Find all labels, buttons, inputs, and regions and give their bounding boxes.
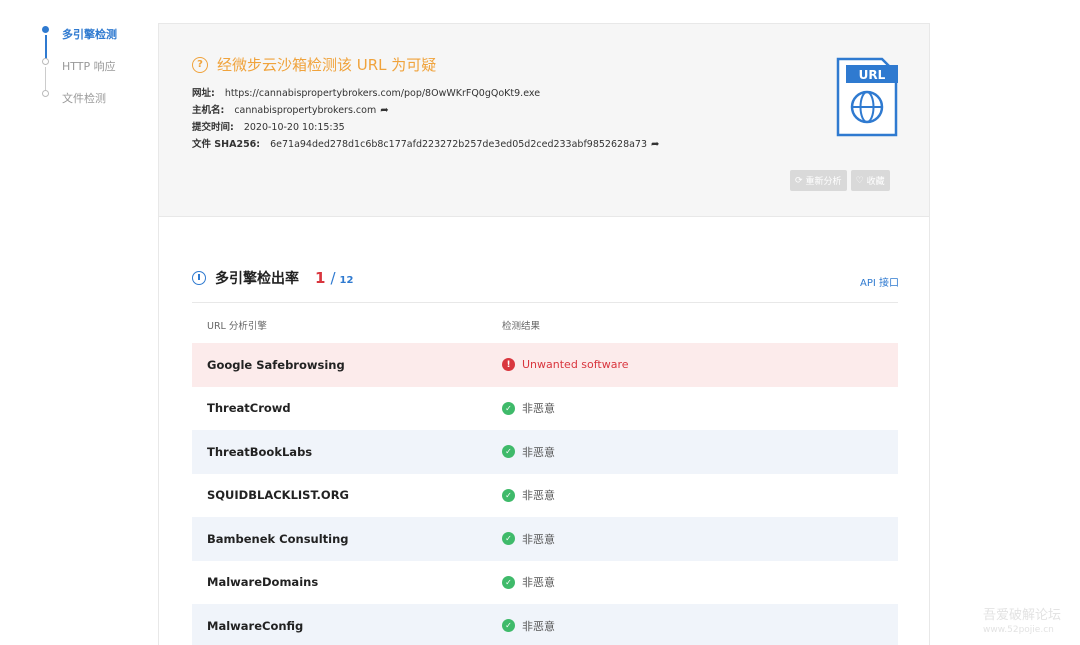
check-icon: ✓: [502, 532, 515, 546]
table-row: MalwareDomains ✓ 非恶意: [192, 561, 898, 605]
result-text: Unwanted software: [522, 358, 629, 372]
action-bar: ⟳ 重新分析 ♡ 收藏: [790, 170, 890, 191]
step-dot: [42, 90, 49, 97]
nav-item-label: 文件检测: [62, 92, 106, 105]
url-label: 网址:: [192, 88, 215, 99]
divider: [192, 302, 898, 303]
time-value: 2020-10-20 10:15:35: [243, 122, 345, 133]
engine-name: ThreatCrowd: [207, 401, 291, 416]
alert-icon: !: [502, 358, 515, 372]
sha-value: 6e71a94ded278d1c6b8c177afd223272b257de3e…: [270, 139, 648, 150]
step-dot: [42, 58, 49, 65]
info-row-url: 网址: https://cannabispropertybrokers.com/…: [192, 85, 659, 102]
result-text: 非恶意: [522, 619, 555, 633]
url-file-icon: URL: [836, 57, 898, 137]
engine-result: ✓ 非恶意: [502, 487, 898, 503]
engine-result: ✓ 非恶意: [502, 531, 898, 547]
url-value: https://cannabispropertybrokers.com/pop/…: [224, 88, 541, 99]
table-row: Bambenek Consulting ✓ 非恶意: [192, 517, 898, 561]
verdict-text: 经微步云沙箱检测该 URL 为可疑: [217, 56, 437, 74]
result-text: 非恶意: [522, 576, 555, 590]
summary-panel: ? 经微步云沙箱检测该 URL 为可疑 网址: https://cannabis…: [159, 24, 929, 217]
table-row: ThreatBookLabs ✓ 非恶意: [192, 430, 898, 474]
sha-label: 文件 SHA256:: [192, 139, 261, 150]
heart-icon: ♡: [855, 175, 864, 186]
check-icon: ✓: [502, 488, 515, 502]
col-engine-header: URL 分析引擎: [207, 321, 267, 332]
result-text: 非恶意: [522, 445, 555, 459]
reanalyze-label: 重新分析: [805, 177, 842, 187]
table-row: MalwareConfig ✓ 非恶意: [192, 604, 898, 645]
share-arrow-icon[interactable]: ➦: [380, 102, 388, 119]
info-row-time: 提交时间: 2020-10-20 10:15:35: [192, 119, 659, 136]
table-row: Google Safebrowsing! Unwanted software: [192, 343, 898, 387]
watermark-title: 吾爱破解论坛: [983, 608, 1062, 623]
step-dot: [42, 26, 49, 33]
info-row-host: 主机名: cannabispropertybrokers.com ➦: [192, 102, 659, 119]
table-header: URL 分析引擎 检测结果: [192, 307, 898, 343]
engine-total: 12: [339, 275, 354, 286]
reanalyze-button[interactable]: ⟳ 重新分析: [790, 170, 847, 191]
table-row: SQUIDBLACKLIST.ORG ✓ 非恶意: [192, 474, 898, 518]
rate-separator: /: [330, 269, 336, 287]
nav-item-http-response[interactable]: HTTP 响应: [38, 50, 148, 82]
watermark-url: www.52pojie.cn: [983, 625, 1054, 635]
engine-name: Google Safebrowsing: [207, 357, 345, 372]
engine-result: ✓ 非恶意: [502, 574, 898, 590]
check-icon: ✓: [502, 401, 515, 415]
nav-item-label: 多引擎检测: [62, 28, 117, 41]
host-value: cannabispropertybrokers.com: [234, 105, 377, 116]
table-body: Google Safebrowsing! Unwanted software Thr…: [192, 343, 898, 645]
engine-name: ThreatBookLabs: [207, 444, 313, 459]
report-card: ? 经微步云沙箱检测该 URL 为可疑 网址: https://cannabis…: [158, 23, 930, 645]
host-label: 主机名:: [192, 105, 225, 116]
time-label: 提交时间:: [192, 122, 234, 133]
summary-info: 网址: https://cannabispropertybrokers.com/…: [192, 85, 659, 153]
result-text: 非恶意: [522, 402, 555, 416]
result-text: 非恶意: [522, 532, 555, 546]
col-result-header: 检测结果: [502, 321, 541, 332]
step-nav: 多引擎检测 HTTP 响应 文件检测: [38, 18, 148, 114]
nav-item-file-detection[interactable]: 文件检测: [38, 82, 148, 114]
favorite-label: 收藏: [866, 177, 885, 187]
table-row: ThreatCrowd ✓ 非恶意: [192, 387, 898, 431]
verdict-heading: ? 经微步云沙箱检测该 URL 为可疑: [192, 54, 436, 75]
nav-item-label: HTTP 响应: [62, 60, 116, 73]
hit-count: 1: [315, 269, 326, 287]
engine-result: ✓ 非恶意: [502, 400, 898, 416]
favorite-button[interactable]: ♡ 收藏: [850, 170, 890, 191]
info-row-sha: 文件 SHA256: 6e71a94ded278d1c6b8c177afd223…: [192, 136, 659, 153]
api-link[interactable]: API 接口: [860, 274, 899, 289]
watermark: 吾爱破解论坛 www.52pojie.cn: [983, 608, 1061, 638]
engine-name: SQUIDBLACKLIST.ORG: [207, 488, 349, 503]
engine-table: URL 分析引擎 检测结果 Google Safebrowsing! Unwant…: [192, 307, 898, 645]
check-icon: ✓: [502, 619, 515, 633]
nav-item-multi-engine[interactable]: 多引擎检测: [38, 18, 148, 50]
check-icon: ✓: [502, 445, 515, 459]
result-text: 非恶意: [522, 489, 555, 503]
question-circle-icon: ?: [192, 56, 208, 73]
engines-heading: 多引擎检出率 1 / 12: [192, 268, 353, 288]
refresh-icon: ⟳: [795, 175, 803, 186]
url-badge-text: URL: [859, 68, 886, 82]
info-icon: [192, 271, 206, 285]
share-arrow-icon[interactable]: ➦: [651, 136, 659, 153]
engine-result: ! Unwanted software: [502, 358, 898, 372]
engine-name: Bambenek Consulting: [207, 531, 349, 546]
engine-result: ✓ 非恶意: [502, 618, 898, 634]
engine-name: MalwareDomains: [207, 575, 319, 590]
engines-title: 多引擎检出率: [215, 271, 299, 287]
engine-result: ✓ 非恶意: [502, 444, 898, 460]
check-icon: ✓: [502, 575, 515, 589]
engine-name: MalwareConfig: [207, 618, 304, 633]
